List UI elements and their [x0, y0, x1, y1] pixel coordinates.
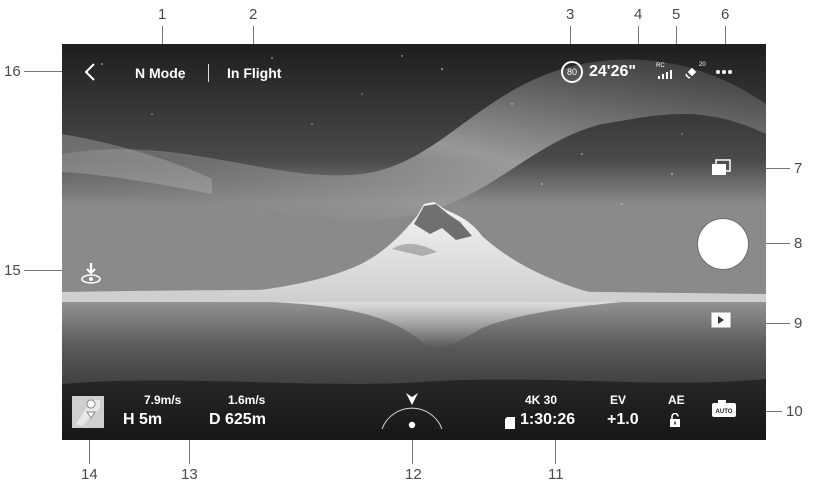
distance-readout: D 625m — [209, 411, 266, 428]
callout-13: 13 — [181, 466, 198, 483]
camera-view[interactable]: N Mode In Flight 80 24'26" RC 20 AUTO 7.… — [62, 44, 766, 440]
callout-1: 1 — [158, 6, 167, 23]
back-button[interactable] — [80, 60, 100, 84]
callout-5: 5 — [672, 6, 681, 23]
recording-time-remaining: 1:30:26 — [520, 411, 576, 428]
takeoff-landing-icon — [81, 263, 101, 284]
callout-15: 15 — [4, 262, 21, 279]
camera-feed-image — [62, 44, 766, 440]
flight-status-label[interactable]: In Flight — [227, 65, 281, 81]
rc-signal-indicator[interactable]: RC — [656, 63, 678, 81]
signal-bars-icon — [658, 70, 672, 79]
satellite-icon — [685, 67, 697, 79]
more-settings-button[interactable] — [712, 64, 736, 80]
map-thumbnail[interactable] — [72, 396, 104, 428]
camera-settings-button[interactable]: AUTO — [711, 400, 737, 420]
height-readout: H 5m — [123, 411, 163, 428]
photo-video-toggle-button[interactable] — [710, 158, 732, 178]
battery-indicator[interactable]: 80 — [561, 61, 583, 83]
callout-8: 8 — [794, 235, 803, 252]
callout-14: 14 — [81, 466, 98, 483]
resolution-fps[interactable]: 4K 30 — [525, 393, 557, 407]
horizontal-speed: 1.6m/s — [228, 393, 266, 407]
ev-label: EV — [610, 393, 627, 407]
gps-indicator[interactable]: 20 — [684, 60, 710, 82]
auto-flight-button[interactable] — [78, 259, 104, 287]
chevron-left-icon — [84, 63, 95, 81]
callout-6: 6 — [721, 6, 730, 23]
ae-label: AE — [668, 393, 685, 407]
map-location-icon — [72, 396, 104, 428]
callout-3: 3 — [566, 6, 575, 23]
ev-value[interactable]: +1.0 — [607, 411, 639, 429]
camera-mode-switch-icon — [712, 159, 731, 175]
playback-icon — [711, 312, 731, 328]
playback-button[interactable] — [711, 311, 731, 329]
callout-2: 2 — [249, 6, 258, 23]
attitude-indicator — [378, 389, 446, 431]
flight-mode-label[interactable]: N Mode — [135, 65, 186, 81]
shutter-button[interactable] — [698, 219, 748, 269]
battery-percent: 80 — [566, 67, 577, 77]
leader-line-11 — [555, 440, 556, 464]
callout-11: 11 — [548, 466, 564, 483]
top-bar-divider — [208, 64, 209, 82]
more-dots-icon — [716, 70, 732, 74]
sd-card-icon — [505, 416, 515, 434]
aircraft-heading-icon — [381, 393, 443, 430]
gps-count: 20 — [699, 62, 706, 68]
ae-lock-button[interactable] — [668, 412, 682, 428]
auto-label: AUTO — [715, 409, 733, 415]
callout-9: 9 — [794, 315, 803, 332]
vertical-speed: 7.9m/s — [144, 393, 182, 407]
flight-time-remaining: 24'26" — [589, 63, 636, 80]
callout-7: 7 — [794, 160, 803, 177]
callout-16: 16 — [4, 63, 21, 80]
leader-line-14 — [89, 440, 90, 464]
callout-10: 10 — [786, 403, 803, 420]
callout-12: 12 — [405, 466, 422, 483]
unlock-icon — [670, 413, 680, 427]
callout-4: 4 — [634, 6, 643, 23]
